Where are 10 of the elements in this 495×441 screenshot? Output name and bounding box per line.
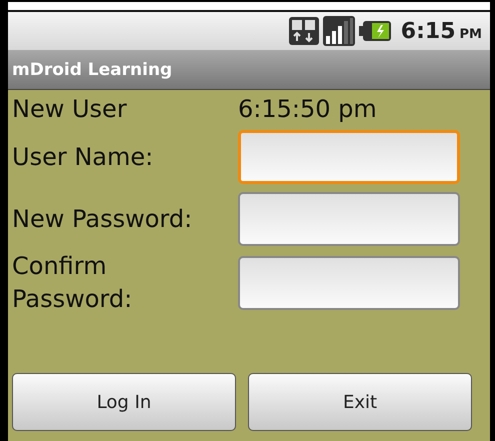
heading-label: New User: [12, 94, 128, 124]
time-period: PM: [460, 26, 482, 42]
action-button[interactable]: Log In: [12, 373, 236, 431]
action-button[interactable]: Exit: [248, 373, 472, 431]
status-time: 6:15: [400, 18, 456, 44]
window-title: mDroid Learning: [12, 60, 172, 80]
field-label: User Name:: [12, 142, 154, 172]
time-display: 6:15:50 pm: [238, 95, 377, 123]
field-label: Confirm Password:: [12, 251, 134, 315]
field-label: New Password:: [12, 204, 194, 234]
